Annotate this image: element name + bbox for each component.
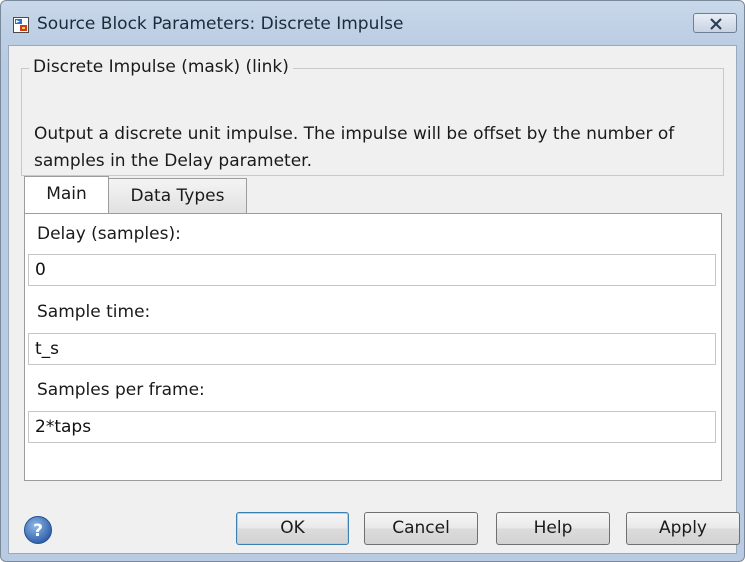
samples-per-frame-label: Samples per frame: xyxy=(37,380,205,400)
help-button[interactable]: Help xyxy=(496,512,610,545)
ok-button[interactable]: OK xyxy=(236,512,349,545)
tab-data-types[interactable]: Data Types xyxy=(109,178,247,213)
block-description: Output a discrete unit impulse. The impu… xyxy=(34,124,675,171)
apply-button[interactable]: Apply xyxy=(626,512,740,545)
tab-main[interactable]: Main xyxy=(24,176,109,213)
title-bar[interactable]: Source Block Parameters: Discrete Impuls… xyxy=(1,1,744,45)
question-circle-icon[interactable]: ? xyxy=(23,515,53,545)
close-x-icon xyxy=(710,18,722,30)
svg-text:?: ? xyxy=(33,521,43,541)
samples-per-frame-input[interactable] xyxy=(28,411,716,443)
close-button[interactable] xyxy=(693,13,737,33)
delay-label: Delay (samples): xyxy=(37,224,181,244)
dialog-window: Source Block Parameters: Discrete Impuls… xyxy=(0,0,745,562)
dialog-body: Output a discrete unit impulse. The impu… xyxy=(8,45,740,554)
block-description-group: Output a discrete unit impulse. The impu… xyxy=(21,68,724,176)
window-title: Source Block Parameters: Discrete Impuls… xyxy=(37,14,404,34)
simulink-block-icon xyxy=(13,17,29,33)
block-group-legend: Discrete Impulse (mask) (link) xyxy=(29,56,293,78)
sample-time-input[interactable] xyxy=(28,333,716,365)
main-tab-panel: Delay (samples): Sample time: Samples pe… xyxy=(24,213,722,481)
sample-time-label: Sample time: xyxy=(37,302,151,322)
delay-input[interactable] xyxy=(28,254,716,286)
cancel-button[interactable]: Cancel xyxy=(364,512,478,545)
